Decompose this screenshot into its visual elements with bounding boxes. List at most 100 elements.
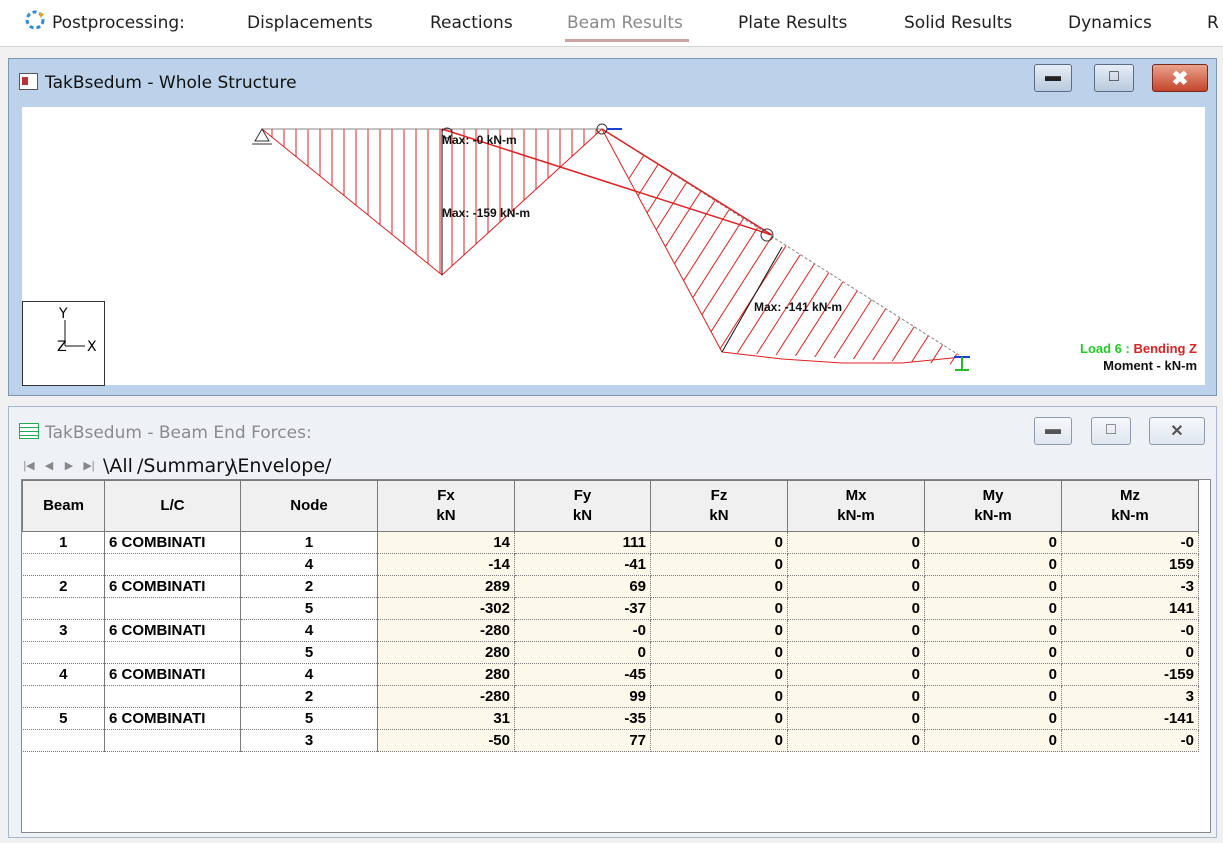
maximize-button[interactable]: □	[1091, 417, 1131, 445]
cell-beam[interactable]	[22, 641, 105, 664]
tab-beam-results[interactable]: Beam Results	[567, 13, 683, 33]
table-row[interactable]: 46 COMBINATI 4 280 -45 0 0 0 -159	[22, 663, 1199, 686]
close-button[interactable]: ✖	[1152, 64, 1208, 92]
cell-node[interactable]: 4	[240, 663, 378, 686]
cell-fz[interactable]: 0	[650, 641, 788, 664]
cell-my[interactable]: 0	[924, 531, 1062, 554]
cell-fz[interactable]: 0	[650, 597, 788, 620]
cell-beam[interactable]: 2	[22, 575, 105, 598]
cell-fz[interactable]: 0	[650, 575, 788, 598]
cell-lc[interactable]	[104, 597, 241, 620]
column-header-mz[interactable]: Mz kN-m	[1061, 480, 1199, 532]
cell-fy[interactable]: -0	[514, 619, 651, 642]
cell-lc[interactable]: 6 COMBINATI	[104, 619, 241, 642]
cell-mx[interactable]: 0	[787, 729, 925, 752]
cell-my[interactable]: 0	[924, 597, 1062, 620]
cell-fy[interactable]: 77	[514, 729, 651, 752]
cell-mz[interactable]: 159	[1061, 553, 1199, 576]
column-header-fz[interactable]: Fz kN	[650, 480, 788, 532]
cell-fx[interactable]: -280	[377, 685, 515, 708]
cell-node[interactable]: 4	[240, 553, 378, 576]
cell-my[interactable]: 0	[924, 553, 1062, 576]
table-row[interactable]: 36 COMBINATI 4 -280 -0 0 0 0 -0	[22, 619, 1199, 642]
tab-more[interactable]: R	[1207, 13, 1219, 33]
cell-lc[interactable]: 6 COMBINATI	[104, 663, 241, 686]
cell-lc[interactable]: 6 COMBINATI	[104, 575, 241, 598]
cell-mx[interactable]: 0	[787, 531, 925, 554]
cell-mx[interactable]: 0	[787, 707, 925, 730]
cell-mz[interactable]: -0	[1061, 729, 1199, 752]
cell-fx[interactable]: -50	[377, 729, 515, 752]
cell-beam[interactable]: 3	[22, 619, 105, 642]
cell-my[interactable]: 0	[924, 575, 1062, 598]
cell-mz[interactable]: -159	[1061, 663, 1199, 686]
tab-solid-results[interactable]: Solid Results	[904, 13, 1012, 33]
cell-beam[interactable]: 5	[22, 707, 105, 730]
column-header-beam[interactable]: Beam	[22, 480, 105, 532]
cell-my[interactable]: 0	[924, 619, 1062, 642]
tab-reactions[interactable]: Reactions	[430, 13, 513, 33]
cell-my[interactable]: 0	[924, 729, 1062, 752]
table-row[interactable]: 5 280 0 0 0 0 0	[22, 641, 1199, 664]
cell-fy[interactable]: -35	[514, 707, 651, 730]
table-row[interactable]: 4 -14 -41 0 0 0 159	[22, 553, 1199, 576]
cell-node[interactable]: 5	[240, 597, 378, 620]
tab-displacements[interactable]: Displacements	[247, 13, 373, 33]
cell-mz[interactable]: 141	[1061, 597, 1199, 620]
cell-fy[interactable]: 69	[514, 575, 651, 598]
sheet-tab-envelope[interactable]: \Envelope/	[231, 455, 331, 477]
next-sheet-icon[interactable]: ▶	[61, 457, 77, 475]
cell-mz[interactable]: -141	[1061, 707, 1199, 730]
cell-lc[interactable]: 6 COMBINATI	[104, 531, 241, 554]
cell-fx[interactable]: -14	[377, 553, 515, 576]
cell-fy[interactable]: -41	[514, 553, 651, 576]
cell-fz[interactable]: 0	[650, 553, 788, 576]
column-header-lc[interactable]: L/C	[104, 480, 241, 532]
cell-mx[interactable]: 0	[787, 553, 925, 576]
beam-end-forces-table[interactable]: Beam L/C Node Fx kN Fy kN Fz kN Mx kN-m My kN-m Mz kN-…	[21, 479, 1211, 833]
cell-node[interactable]: 4	[240, 619, 378, 642]
cell-fx[interactable]: 289	[377, 575, 515, 598]
minimize-button[interactable]: ▬	[1034, 417, 1072, 445]
cell-fz[interactable]: 0	[650, 729, 788, 752]
cell-node[interactable]: 5	[240, 641, 378, 664]
cell-mx[interactable]: 0	[787, 641, 925, 664]
close-button[interactable]: ✕	[1149, 417, 1205, 445]
table-row[interactable]: 3 -50 77 0 0 0 -0	[22, 729, 1199, 752]
cell-fy[interactable]: -45	[514, 663, 651, 686]
cell-beam[interactable]	[22, 729, 105, 752]
cell-mz[interactable]: 3	[1061, 685, 1199, 708]
cell-mx[interactable]: 0	[787, 663, 925, 686]
table-row[interactable]: 16 COMBINATI 1 14 111 0 0 0 -0	[22, 531, 1199, 554]
cell-mz[interactable]: -0	[1061, 619, 1199, 642]
column-header-fx[interactable]: Fx kN	[377, 480, 515, 532]
cell-my[interactable]: 0	[924, 707, 1062, 730]
cell-lc[interactable]: 6 COMBINATI	[104, 707, 241, 730]
cell-lc[interactable]	[104, 685, 241, 708]
cell-beam[interactable]	[22, 685, 105, 708]
column-header-my[interactable]: My kN-m	[924, 480, 1062, 532]
cell-node[interactable]: 1	[240, 531, 378, 554]
table-row[interactable]: 2 -280 99 0 0 0 3	[22, 685, 1199, 708]
cell-beam[interactable]	[22, 553, 105, 576]
window-titlebar[interactable]: TakBsedum - Whole Structure ▬ □ ✖	[9, 59, 1216, 99]
cell-fx[interactable]: 31	[377, 707, 515, 730]
cell-mx[interactable]: 0	[787, 685, 925, 708]
cell-my[interactable]: 0	[924, 685, 1062, 708]
cell-beam[interactable]	[22, 597, 105, 620]
minimize-button[interactable]: ▬	[1034, 64, 1072, 92]
cell-node[interactable]: 2	[240, 685, 378, 708]
cell-fy[interactable]: 99	[514, 685, 651, 708]
cell-lc[interactable]	[104, 553, 241, 576]
prev-sheet-icon[interactable]: ◀	[41, 457, 57, 475]
cell-fy[interactable]: 0	[514, 641, 651, 664]
cell-mx[interactable]: 0	[787, 575, 925, 598]
cell-my[interactable]: 0	[924, 663, 1062, 686]
cell-fz[interactable]: 0	[650, 619, 788, 642]
cell-node[interactable]: 3	[240, 729, 378, 752]
cell-node[interactable]: 2	[240, 575, 378, 598]
cell-fz[interactable]: 0	[650, 685, 788, 708]
maximize-button[interactable]: □	[1094, 64, 1134, 92]
cell-fx[interactable]: 280	[377, 641, 515, 664]
tab-plate-results[interactable]: Plate Results	[738, 13, 847, 33]
